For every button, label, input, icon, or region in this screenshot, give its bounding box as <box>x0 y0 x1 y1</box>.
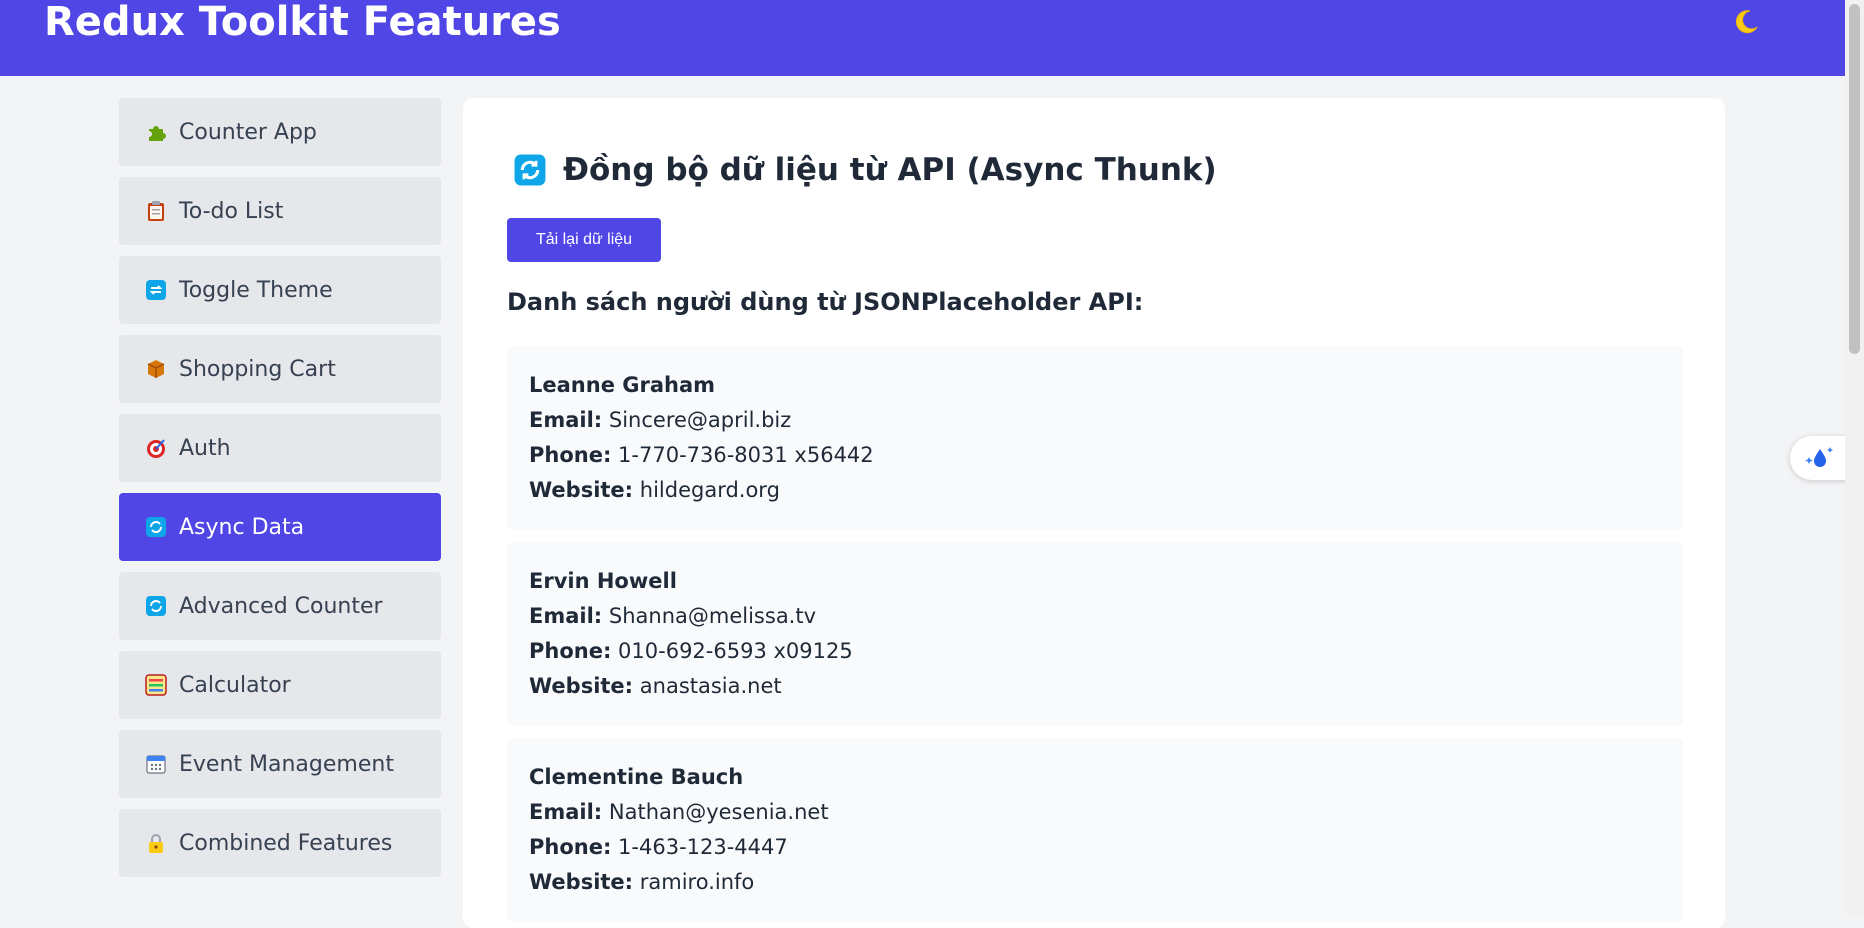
user-website: Website: ramiro.info <box>529 865 1661 900</box>
target-icon <box>145 437 167 459</box>
user-phone: Phone: 010-692-6593 x09125 <box>529 634 1661 669</box>
phone-label: Phone: <box>529 443 612 467</box>
user-list-heading: Danh sách người dùng từ JSONPlaceholder … <box>507 288 1144 316</box>
page-title-row: Đồng bộ dữ liệu từ API (Async Thunk) <box>513 152 1217 188</box>
sidebar-item-label: Counter App <box>179 119 317 145</box>
app-header: Redux Toolkit Features <box>0 0 1845 76</box>
website-label: Website: <box>529 870 634 894</box>
abacus-icon <box>145 674 167 696</box>
sidebar-item-event-management[interactable]: Event Management <box>119 730 441 798</box>
email-value: Sincere@april.biz <box>608 408 792 432</box>
user-website: Website: hildegard.org <box>529 473 1661 508</box>
email-value: Shanna@melissa.tv <box>608 604 817 628</box>
website-value: hildegard.org <box>639 478 780 502</box>
phone-label: Phone: <box>529 639 612 663</box>
sidebar-item-label: Advanced Counter <box>179 593 383 619</box>
theme-toggle-button[interactable] <box>1728 4 1764 40</box>
sidebar-item-label: Calculator <box>179 672 291 698</box>
user-website: Website: anastasia.net <box>529 669 1661 704</box>
repeat-icon <box>145 279 167 301</box>
email-label: Email: <box>529 800 603 824</box>
calendar-icon <box>145 753 167 775</box>
sidebar-item-counter-app[interactable]: Counter App <box>119 98 441 166</box>
floating-assistant-button[interactable] <box>1790 436 1850 480</box>
sidebar-item-toggle-theme[interactable]: Toggle Theme <box>119 256 441 324</box>
phone-label: Phone: <box>529 835 612 859</box>
sidebar-item-combined-features[interactable]: Combined Features <box>119 809 441 877</box>
user-phone: Phone: 1-463-123-4447 <box>529 830 1661 865</box>
sidebar-item-shopping-cart[interactable]: Shopping Cart <box>119 335 441 403</box>
sidebar-item-label: To-do List <box>179 198 284 224</box>
sidebar-item-label: Async Data <box>179 514 305 540</box>
sidebar-item-advanced-counter[interactable]: Advanced Counter <box>119 572 441 640</box>
website-label: Website: <box>529 674 634 698</box>
refresh-icon <box>513 153 547 187</box>
moon-icon <box>1735 10 1758 34</box>
email-label: Email: <box>529 408 603 432</box>
user-email: Email: Shanna@melissa.tv <box>529 599 1661 634</box>
package-icon <box>145 358 167 380</box>
user-name: Leanne Graham <box>529 373 716 397</box>
user-phone: Phone: 1-770-736-8031 x56442 <box>529 438 1661 473</box>
sidebar-item-label: Shopping Cart <box>179 356 336 382</box>
phone-value: 1-770-736-8031 x56442 <box>618 443 874 467</box>
refresh-icon <box>145 595 167 617</box>
user-name: Ervin Howell <box>529 569 677 593</box>
user-card: Leanne Graham Email: Sincere@april.biz P… <box>507 346 1683 530</box>
website-value: anastasia.net <box>639 674 782 698</box>
refresh-icon <box>145 516 167 538</box>
puzzle-icon <box>145 121 167 143</box>
email-label: Email: <box>529 604 603 628</box>
sidebar-item-auth[interactable]: Auth <box>119 414 441 482</box>
sidebar-item-label: Auth <box>179 435 231 461</box>
sidebar-item-label: Toggle Theme <box>179 277 333 303</box>
sidebar-item-calculator[interactable]: Calculator <box>119 651 441 719</box>
async-data-panel: Đồng bộ dữ liệu từ API (Async Thunk) Tải… <box>463 98 1725 928</box>
sidebar-item-label: Event Management <box>179 751 394 777</box>
scrollbar-thumb[interactable] <box>1849 4 1860 354</box>
lock-icon <box>145 832 167 854</box>
user-email: Email: Sincere@april.biz <box>529 403 1661 438</box>
email-value: Nathan@yesenia.net <box>608 800 829 824</box>
droplet-sparkle-icon <box>1805 447 1833 467</box>
phone-value: 010-692-6593 x09125 <box>618 639 853 663</box>
reload-data-button[interactable]: Tải lại dữ liệu <box>507 218 661 262</box>
phone-value: 1-463-123-4447 <box>618 835 788 859</box>
sidebar-item-todo-list[interactable]: To-do List <box>119 177 441 245</box>
sidebar-item-label: Combined Features <box>179 830 393 856</box>
user-card: Clementine Bauch Email: Nathan@yesenia.n… <box>507 738 1683 922</box>
page-title: Đồng bộ dữ liệu từ API (Async Thunk) <box>563 152 1217 188</box>
clipboard-icon <box>145 200 167 222</box>
app-title: Redux Toolkit Features <box>44 0 561 45</box>
user-card: Ervin Howell Email: Shanna@melissa.tv Ph… <box>507 542 1683 726</box>
user-name: Clementine Bauch <box>529 765 744 789</box>
sidebar-item-async-data[interactable]: Async Data <box>119 493 441 561</box>
user-email: Email: Nathan@yesenia.net <box>529 795 1661 830</box>
website-label: Website: <box>529 478 634 502</box>
website-value: ramiro.info <box>639 870 755 894</box>
